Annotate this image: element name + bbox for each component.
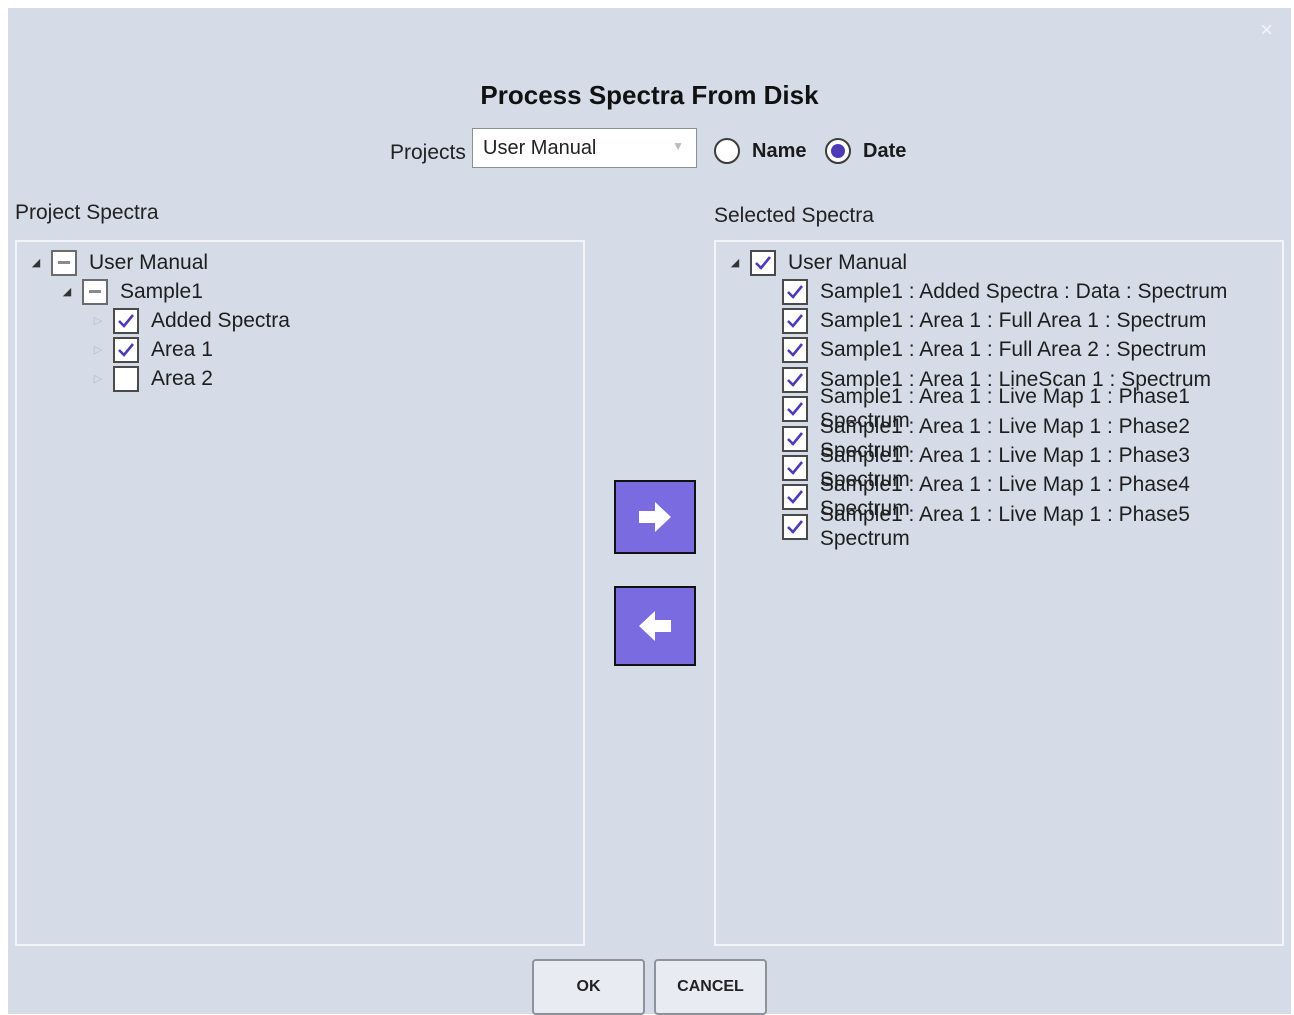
tree-node-area-1[interactable]: ▷ Area 1 [91,335,213,364]
selected-spectrum-label: Sample1 : Added Spectra : Data : Spectru… [820,279,1228,303]
tree-node-label: Area 1 [151,337,213,361]
checkbox-checked[interactable] [782,307,808,334]
chevron-down-icon: ▼ [672,139,684,153]
selected-spectra-label: Selected Spectra [714,204,874,227]
checkbox-checked[interactable] [782,278,808,305]
project-spectra-tree[interactable]: ◢ User Manual ◢ Sample1 ▷ Added Spectra … [15,240,585,946]
checkbox-checked[interactable] [782,337,808,364]
selected-spectrum-item[interactable]: Sample1 : Added Spectra : Data : Spectru… [782,277,1227,306]
remove-from-selected-button[interactable] [614,586,696,666]
sort-radio-name[interactable]: Name [714,138,806,164]
checkbox-checked[interactable] [113,336,139,363]
process-spectra-dialog: × Process Spectra From Disk Projects Use… [8,8,1291,1015]
selected-spectrum-label: Sample1 : Area 1 : Full Area 2 : Spectru… [820,338,1207,362]
expand-icon[interactable]: ◢ [29,256,43,269]
checkmark-icon [118,342,135,357]
tree-node-user-manual[interactable]: ◢ User Manual [29,248,208,277]
sort-name-label: Name [752,139,807,162]
expand-icon[interactable]: ◢ [728,256,742,269]
tree-node-label: Sample1 [120,279,203,303]
arrow-left-icon [639,611,671,641]
partial-checkbox[interactable] [82,278,108,305]
selected-spectrum-label: Sample1 : Area 1 : Live Map 1 : Phase5 S… [819,502,1190,550]
checkbox-checked[interactable] [750,249,776,276]
tree-node-label: Area 2 [151,366,213,390]
tree-node-label: Added Spectra [151,308,290,332]
checkbox-checked[interactable] [782,484,808,511]
checkmark-icon [787,372,804,387]
checkbox-checked[interactable] [113,307,139,334]
checkbox-checked[interactable] [782,396,808,423]
selected-spectrum-item[interactable]: Sample1 : Area 1 : Live Map 1 : Phase5 S… [782,503,1282,550]
selected-root-node[interactable]: ◢ User Manual [728,248,907,277]
checkmark-icon [787,343,804,358]
checkbox-unchecked[interactable] [113,365,139,392]
close-icon[interactable]: × [1260,18,1273,42]
checkmark-icon [786,490,803,505]
collapsed-icon[interactable]: ▷ [91,372,105,385]
selected-spectrum-label: Sample1 : Area 1 : Full Area 1 : Spectru… [820,308,1207,332]
tree-node-label: User Manual [89,250,209,274]
projects-dropdown[interactable]: User Manual ▼ [472,128,697,168]
selected-spectrum-item[interactable]: Sample1 : Area 1 : Full Area 1 : Spectru… [782,306,1206,335]
tree-node-area-2[interactable]: ▷ Area 2 [91,364,213,393]
tree-node-label: User Manual [788,250,908,274]
dialog-title: Process Spectra From Disk [480,80,819,110]
checkbox-checked[interactable] [782,454,808,481]
checkmark-icon [786,461,803,475]
partial-checkbox[interactable] [51,249,77,276]
checkmark-icon [786,402,803,417]
selected-spectra-tree[interactable]: ◢ User Manual Sample1 : Added Spectra : … [714,240,1284,946]
ok-button[interactable]: OK [532,959,645,1015]
arrow-right-icon [639,502,671,532]
radio-circle-icon [714,138,740,164]
sort-radio-date[interactable]: Date [825,138,906,164]
checkmark-icon [755,255,772,270]
checkmark-icon [786,519,803,534]
checkbox-checked[interactable] [782,425,808,452]
cancel-button[interactable]: CANCEL [654,959,767,1015]
checkmark-icon [787,314,804,328]
checkmark-icon [118,313,135,328]
collapsed-icon[interactable]: ▷ [91,343,105,356]
add-to-selected-button[interactable] [614,480,696,554]
projects-label: Projects [390,141,466,164]
checkmark-icon [786,431,803,446]
collapsed-icon[interactable]: ▷ [91,314,105,327]
sort-date-label: Date [863,139,907,162]
tree-node-added-spectra[interactable]: ▷ Added Spectra [91,306,290,335]
tree-node-sample1[interactable]: ◢ Sample1 [60,277,203,306]
checkmark-icon [787,284,804,299]
checkbox-checked[interactable] [782,366,808,393]
project-spectra-label: Project Spectra [15,201,159,224]
selected-spectrum-item[interactable]: Sample1 : Area 1 : Full Area 2 : Spectru… [782,336,1206,365]
projects-selected-value: User Manual [483,137,597,159]
expand-icon[interactable]: ◢ [60,285,74,298]
radio-selected-icon [825,138,851,164]
checkbox-checked[interactable] [782,513,808,540]
